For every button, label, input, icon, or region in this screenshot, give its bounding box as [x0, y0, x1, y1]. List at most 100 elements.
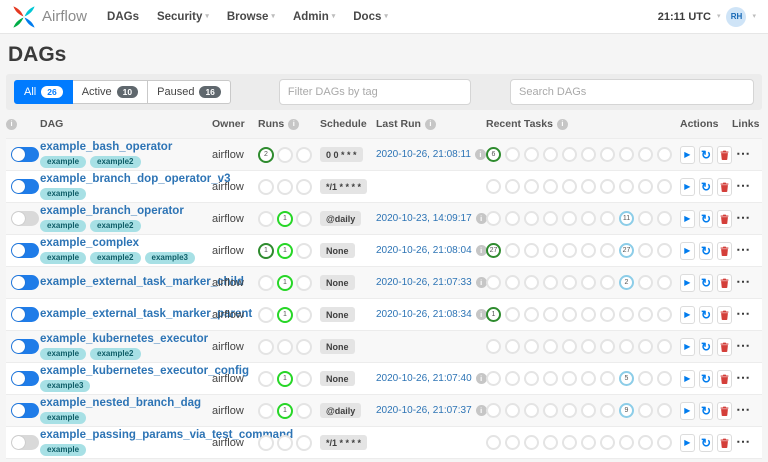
trigger-dag-button[interactable]: ▶ — [680, 433, 695, 452]
recent-tasks-circle-none[interactable]: 5 — [619, 371, 634, 386]
refresh-dag-button[interactable]: ↻ — [698, 241, 714, 260]
delete-dag-button[interactable] — [717, 209, 733, 228]
tag-example[interactable]: example — [40, 443, 87, 456]
tag-example[interactable]: example — [40, 187, 87, 200]
dag-pause-toggle[interactable] — [11, 179, 39, 194]
delete-dag-button[interactable] — [717, 145, 733, 164]
recent-tasks-circle-none[interactable]: 11 — [619, 211, 634, 226]
dag-runs-circle-running[interactable]: 1 — [277, 242, 293, 259]
delete-dag-button[interactable] — [717, 401, 733, 420]
tag-example[interactable]: example — [40, 347, 87, 360]
recent-tasks-circle-none[interactable]: 2 — [619, 275, 634, 290]
last-run-link[interactable]: 2020-10-23, 14:09:17 — [376, 213, 472, 224]
nav-item-docs[interactable]: Docs ▾ — [353, 11, 388, 23]
tag-example[interactable]: example — [40, 155, 87, 168]
links-menu-button[interactable]: ⋯ — [732, 370, 750, 388]
tag-example[interactable]: example — [40, 219, 87, 232]
recent-tasks-circle-none[interactable]: 9 — [619, 403, 634, 418]
delete-dag-button[interactable] — [717, 433, 733, 452]
last-run-link[interactable]: 2020-10-26, 21:08:04 — [376, 245, 472, 256]
nav-item-security[interactable]: Security ▾ — [157, 11, 209, 23]
delete-dag-button[interactable] — [717, 369, 733, 388]
dag-link[interactable]: example_branch_dop_operator_v3 — [40, 173, 230, 186]
links-menu-button[interactable]: ⋯ — [732, 402, 750, 420]
refresh-dag-button[interactable]: ↻ — [698, 401, 714, 420]
links-menu-button[interactable]: ⋯ — [732, 210, 750, 228]
dag-runs-circle-running[interactable]: 1 — [277, 210, 293, 227]
trigger-dag-button[interactable]: ▶ — [680, 305, 695, 324]
refresh-dag-button[interactable]: ↻ — [698, 209, 714, 228]
dag-runs-circle-running[interactable]: 1 — [277, 274, 293, 291]
links-menu-button[interactable]: ⋯ — [732, 306, 750, 324]
dag-pause-toggle[interactable] — [11, 371, 39, 386]
nav-item-dags[interactable]: DAGs — [107, 11, 139, 23]
trigger-dag-button[interactable]: ▶ — [680, 145, 695, 164]
tab-paused[interactable]: Paused 16 — [148, 80, 231, 104]
tag-example[interactable]: example — [40, 411, 87, 424]
dag-pause-toggle[interactable] — [11, 307, 39, 322]
tab-active[interactable]: Active 10 — [72, 80, 149, 104]
links-menu-button[interactable]: ⋯ — [732, 434, 750, 452]
refresh-dag-button[interactable]: ↻ — [698, 305, 714, 324]
tag-filter-input[interactable] — [278, 79, 471, 105]
dag-runs-circle-running[interactable]: 1 — [277, 306, 293, 323]
tag-example2[interactable]: example2 — [90, 155, 141, 168]
refresh-dag-button[interactable]: ↻ — [698, 369, 714, 388]
trigger-dag-button[interactable]: ▶ — [680, 337, 695, 356]
dag-link[interactable]: example_nested_branch_dag — [40, 397, 201, 410]
dag-pause-toggle[interactable] — [11, 435, 39, 450]
delete-dag-button[interactable] — [717, 337, 733, 356]
nav-item-browse[interactable]: Browse ▾ — [227, 11, 275, 23]
dag-link[interactable]: example_branch_operator — [40, 205, 184, 218]
refresh-dag-button[interactable]: ↻ — [698, 177, 714, 196]
trigger-dag-button[interactable]: ▶ — [680, 401, 695, 420]
tag-example[interactable]: example — [40, 251, 87, 264]
dag-pause-toggle[interactable] — [11, 243, 39, 258]
dag-runs-circle-running[interactable]: 1 — [277, 370, 293, 387]
links-menu-button[interactable]: ⋯ — [732, 274, 750, 292]
dag-link[interactable]: example_bash_operator — [40, 141, 172, 154]
links-menu-button[interactable]: ⋯ — [732, 146, 750, 164]
tag-example3[interactable]: example3 — [144, 251, 195, 264]
recent-tasks-circle-success[interactable]: 27 — [486, 243, 501, 258]
last-run-link[interactable]: 2020-10-26, 21:07:40 — [376, 373, 472, 384]
dag-pause-toggle[interactable] — [11, 403, 39, 418]
dag-link[interactable]: example_kubernetes_executor — [40, 333, 208, 346]
nav-item-admin[interactable]: Admin ▾ — [293, 11, 335, 23]
refresh-dag-button[interactable]: ↻ — [698, 145, 714, 164]
dag-runs-circle-running[interactable]: 1 — [277, 402, 293, 419]
trigger-dag-button[interactable]: ▶ — [680, 241, 695, 260]
links-menu-button[interactable]: ⋯ — [732, 178, 750, 196]
dag-runs-circle-success[interactable]: 2 — [258, 146, 274, 163]
tag-example2[interactable]: example2 — [90, 251, 141, 264]
utc-clock[interactable]: 21:11 UTC — [658, 11, 711, 23]
delete-dag-button[interactable] — [717, 241, 733, 260]
dag-pause-toggle[interactable] — [11, 339, 39, 354]
links-menu-button[interactable]: ⋯ — [732, 338, 750, 356]
trigger-dag-button[interactable]: ▶ — [680, 177, 695, 196]
dag-pause-toggle[interactable] — [11, 211, 39, 226]
delete-dag-button[interactable] — [717, 305, 733, 324]
delete-dag-button[interactable] — [717, 177, 733, 196]
delete-dag-button[interactable] — [717, 273, 733, 292]
trigger-dag-button[interactable]: ▶ — [680, 209, 695, 228]
last-run-link[interactable]: 2020-10-26, 21:08:34 — [376, 309, 472, 320]
links-menu-button[interactable]: ⋯ — [732, 242, 750, 260]
dag-pause-toggle[interactable] — [11, 147, 39, 162]
recent-tasks-circle-success[interactable]: 1 — [486, 307, 501, 322]
user-avatar[interactable]: RH — [726, 6, 747, 27]
tab-all[interactable]: All 26 — [14, 80, 73, 104]
trigger-dag-button[interactable]: ▶ — [680, 369, 695, 388]
tag-example2[interactable]: example2 — [90, 219, 141, 232]
recent-tasks-circle-none[interactable]: 27 — [619, 243, 634, 258]
dag-runs-circle-success[interactable]: 1 — [258, 242, 274, 259]
refresh-dag-button[interactable]: ↻ — [698, 433, 714, 452]
dag-link[interactable]: example_complex — [40, 237, 139, 250]
tag-example2[interactable]: example2 — [90, 347, 141, 360]
dag-search-input[interactable] — [510, 79, 754, 105]
last-run-link[interactable]: 2020-10-26, 21:08:11 — [376, 149, 471, 160]
dag-pause-toggle[interactable] — [11, 275, 39, 290]
tag-example3[interactable]: example3 — [40, 379, 91, 392]
refresh-dag-button[interactable]: ↻ — [698, 337, 714, 356]
trigger-dag-button[interactable]: ▶ — [680, 273, 695, 292]
